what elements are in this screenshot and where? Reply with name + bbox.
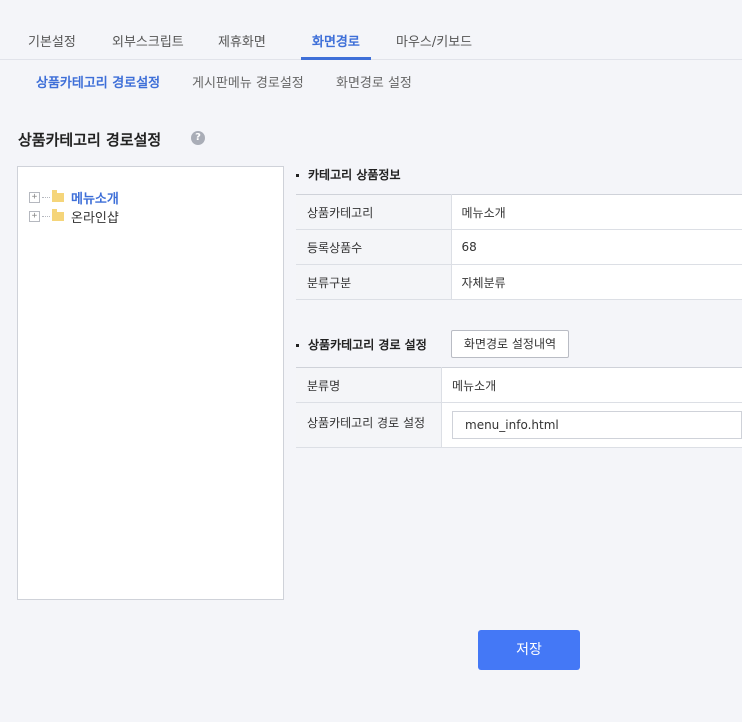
tab-mouse-keyboard[interactable]: 마우스/키보드: [396, 31, 472, 50]
tree-item-label: 메뉴소개: [71, 191, 119, 207]
category-tree-panel: + 메뉴소개 + 온라인샵: [17, 166, 284, 600]
tree-item-menu-intro[interactable]: + 메뉴소개: [29, 189, 119, 207]
tree-connector: [42, 215, 50, 217]
tab-basic-settings[interactable]: 기본설정: [28, 31, 76, 50]
path-history-button[interactable]: 화면경로 설정내역: [451, 330, 569, 358]
path-settings-table: 분류명 메뉴소개 상품카테고리 경로 설정: [296, 367, 742, 448]
row-label: 상품카테고리: [296, 194, 452, 230]
table-row: 분류구분 자체분류: [296, 264, 742, 300]
category-info-title: 카테고리 상품정보: [308, 168, 401, 182]
tree-connector: [42, 196, 50, 198]
path-input-cell: [441, 402, 742, 448]
row-value: 메뉴소개: [441, 367, 742, 403]
table-row: 등록상품수 68: [296, 229, 742, 265]
table-row: 상품카테고리 경로 설정: [296, 402, 742, 448]
expand-icon[interactable]: +: [29, 191, 40, 203]
table-row: 상품카테고리 메뉴소개: [296, 194, 742, 230]
table-row: 분류명 메뉴소개: [296, 367, 742, 403]
tab-external-scripts[interactable]: 외부스크립트: [112, 31, 184, 50]
path-settings-heading: 상품카테고리 경로 설정: [296, 336, 427, 353]
tab-screen-path[interactable]: 화면경로: [312, 31, 360, 50]
category-info-heading: 카테고리 상품정보: [296, 166, 401, 183]
folder-icon: [52, 190, 64, 202]
subtab-board-menu-path[interactable]: 게시판메뉴 경로설정: [192, 72, 304, 91]
main-tab-bar: 기본설정 외부스크립트 제휴화면 화면경로 마우스/키보드: [0, 0, 742, 60]
active-tab-indicator: [301, 57, 371, 60]
expand-icon[interactable]: +: [29, 210, 40, 222]
path-settings-title: 상품카테고리 경로 설정: [308, 338, 427, 352]
subtab-screen-path-settings[interactable]: 화면경로 설정: [336, 72, 412, 91]
subtab-category-path[interactable]: 상품카테고리 경로설정: [36, 72, 160, 91]
tree-item-online-shop[interactable]: + 온라인샵: [29, 208, 119, 226]
help-icon[interactable]: ?: [191, 131, 205, 145]
bullet-icon: [296, 174, 299, 177]
folder-icon: [52, 209, 64, 221]
row-label: 분류구분: [296, 264, 452, 300]
row-label: 등록상품수: [296, 229, 452, 265]
category-info-table: 상품카테고리 메뉴소개 등록상품수 68 분류구분 자체분류: [296, 194, 742, 300]
save-button[interactable]: 저장: [478, 630, 580, 670]
row-label: 분류명: [296, 367, 442, 403]
path-input[interactable]: [452, 411, 742, 439]
tree-item-label: 온라인샵: [71, 210, 119, 226]
tab-affiliate-screen[interactable]: 제휴화면: [218, 31, 266, 50]
row-value: 68: [451, 229, 742, 265]
page-title: 상품카테고리 경로설정: [18, 131, 162, 149]
row-value: 메뉴소개: [451, 194, 742, 230]
bullet-icon: [296, 344, 299, 347]
row-value: 자체분류: [451, 264, 742, 300]
row-label: 상품카테고리 경로 설정: [296, 402, 442, 448]
